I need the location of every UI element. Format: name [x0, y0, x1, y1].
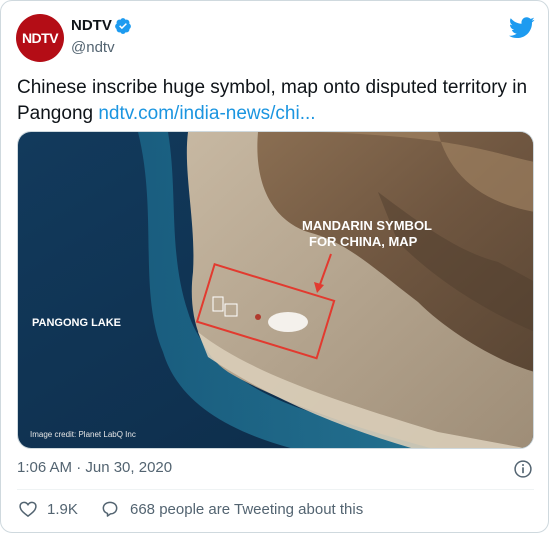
- tweeting-about-this-link[interactable]: 668 people are Tweeting about this: [130, 501, 363, 518]
- tweet-timestamp[interactable]: 1:06 AM · Jun 30, 2020: [17, 459, 172, 476]
- info-icon[interactable]: [513, 459, 533, 479]
- tweet-card[interactable]: NDTV NDTV @ndtv Chinese inscribe huge sy…: [0, 0, 549, 533]
- label-symbol-line1: MANDARIN SYMBOL: [302, 218, 432, 233]
- twitter-bird-icon[interactable]: [509, 17, 535, 39]
- speech-bubble-icon[interactable]: [100, 499, 120, 519]
- avatar-logo-text: NDTV: [21, 30, 59, 46]
- heart-icon[interactable]: [18, 499, 38, 519]
- tweet-text: Chinese inscribe huge symbol, map onto d…: [17, 75, 537, 127]
- label-lake: PANGONG LAKE: [32, 317, 121, 329]
- avatar[interactable]: NDTV: [16, 14, 64, 62]
- satellite-image: PANGONG LAKE MANDARIN SYMBOL FOR CHINA, …: [18, 132, 533, 448]
- tweet-link[interactable]: ndtv.com/india-news/chi...: [98, 103, 315, 124]
- divider: [17, 489, 534, 490]
- verified-badge-icon: [115, 18, 131, 34]
- tweet-media-image[interactable]: PANGONG LAKE MANDARIN SYMBOL FOR CHINA, …: [17, 131, 534, 449]
- author-handle[interactable]: @ndtv: [71, 39, 115, 56]
- label-symbol-line2: FOR CHINA, MAP: [309, 234, 418, 249]
- author-name[interactable]: NDTV: [71, 17, 112, 34]
- like-count[interactable]: 1.9K: [47, 501, 78, 518]
- image-credit: Image credit: Planet LabQ Inc: [30, 430, 136, 439]
